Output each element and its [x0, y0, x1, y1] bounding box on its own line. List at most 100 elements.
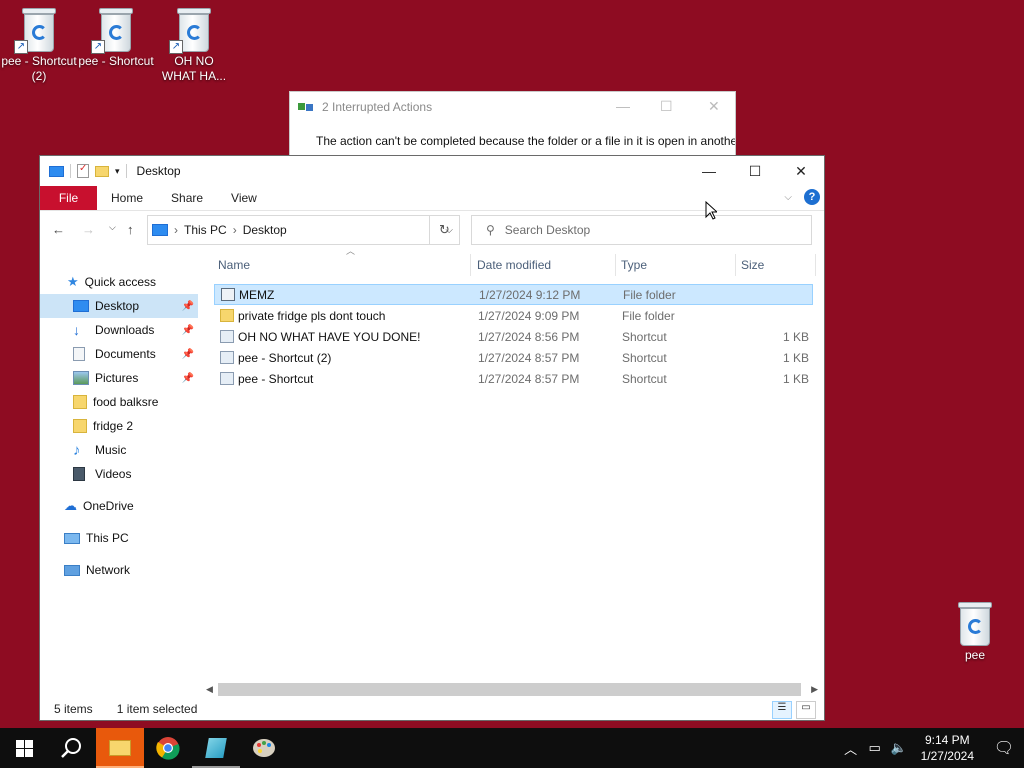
- breadcrumb-desktop[interactable]: Desktop: [243, 223, 287, 237]
- row-date: 1/27/2024 8:57 PM: [478, 371, 580, 386]
- file-explorer-window[interactable]: ▾ Desktop — ☐ ✕ File Home Share View ⌵ ?…: [39, 155, 825, 721]
- notepad-taskbar-button[interactable]: [192, 728, 240, 768]
- details-view-icon[interactable]: ☰: [772, 701, 792, 719]
- title-bar[interactable]: ▾ Desktop — ☐ ✕: [40, 156, 824, 186]
- nav-label: Quick access: [84, 275, 157, 289]
- desktop-icon-pee-shortcut[interactable]: ↗ pee - Shortcut: [78, 8, 154, 69]
- desktop-icon: [73, 300, 89, 312]
- maximize-button[interactable]: ☐: [732, 156, 778, 186]
- address-bar[interactable]: › This PC › Desktop ⌵: [147, 215, 460, 245]
- chrome-taskbar-button[interactable]: [144, 728, 192, 768]
- tab-share[interactable]: Share: [157, 186, 217, 210]
- nav-desktop[interactable]: Desktop 📌: [40, 294, 198, 318]
- horizontal-scrollbar[interactable]: ◀ ▶: [204, 682, 824, 697]
- desktop-icon-label: pee - Shortcut: [78, 54, 154, 68]
- expand-ribbon-icon[interactable]: ⌵: [784, 192, 792, 203]
- search-button[interactable]: [48, 728, 96, 768]
- help-icon[interactable]: ?: [804, 189, 820, 205]
- back-arrow-icon[interactable]: ←: [52, 222, 65, 237]
- nav-label: Videos: [95, 467, 132, 481]
- column-header-date[interactable]: Date modified: [472, 254, 616, 276]
- dialog-close-button[interactable]: ✕: [708, 98, 720, 115]
- table-row[interactable]: MEMZ 1/27/2024 9:12 PM File folder: [214, 284, 813, 305]
- column-header-type[interactable]: Type: [616, 254, 736, 276]
- nav-pictures[interactable]: Pictures 📌: [40, 366, 198, 390]
- column-headers: Name ︿ Date modified Type Size: [213, 246, 818, 278]
- table-row[interactable]: OH NO WHAT HAVE YOU DONE! 1/27/2024 8:56…: [214, 326, 813, 347]
- breadcrumb-this-pc[interactable]: This PC: [184, 223, 227, 237]
- desktop-icon-oh-no[interactable]: ↗ OH NO WHAT HA...: [156, 8, 232, 84]
- file-explorer-taskbar-button[interactable]: [96, 728, 144, 768]
- clock[interactable]: 9:14 PM 1/27/2024: [911, 732, 984, 764]
- large-icons-view-icon[interactable]: ▭: [796, 701, 816, 719]
- nav-this-pc[interactable]: This PC: [40, 526, 198, 550]
- nav-quick-access[interactable]: ★ Quick access: [40, 270, 198, 294]
- nav-label: Music: [95, 443, 127, 457]
- recycle-bin-icon: ↗: [169, 8, 213, 54]
- folder-icon: [73, 395, 87, 409]
- tab-home[interactable]: Home: [97, 186, 157, 210]
- notification-center-icon[interactable]: 🗨: [984, 738, 1024, 758]
- scroll-right-icon[interactable]: ▶: [811, 684, 818, 695]
- dialog-message: The action can't be completed because th…: [316, 134, 735, 148]
- start-button[interactable]: [0, 728, 48, 768]
- show-hidden-icons-chevron-icon[interactable]: ︿: [839, 739, 863, 758]
- scroll-left-icon[interactable]: ◀: [206, 684, 213, 695]
- close-button[interactable]: ✕: [778, 156, 824, 186]
- sort-ascending-icon: ︿: [346, 246, 356, 256]
- search-icon: [61, 738, 81, 758]
- minimize-button[interactable]: —: [686, 156, 732, 186]
- nav-onedrive[interactable]: ☁ OneDrive: [40, 494, 198, 518]
- pin-icon[interactable]: 📌: [182, 373, 194, 384]
- this-pc-icon: [49, 165, 64, 177]
- tab-file[interactable]: File: [40, 186, 97, 210]
- quick-access-dropdown-icon[interactable]: ▾: [115, 166, 120, 177]
- taskbar: ︿ ▭ 🔈 9:14 PM 1/27/2024 🗨: [0, 728, 1024, 768]
- pin-icon[interactable]: 📌: [182, 325, 194, 336]
- pin-icon[interactable]: 📌: [182, 349, 194, 360]
- table-row[interactable]: pee - Shortcut 1/27/2024 8:57 PM Shortcu…: [214, 368, 813, 389]
- system-tray: ︿ ▭ 🔈 9:14 PM 1/27/2024 🗨: [839, 728, 1024, 768]
- paint-taskbar-button[interactable]: [240, 728, 288, 768]
- up-arrow-icon[interactable]: ↑: [127, 222, 134, 237]
- nav-videos[interactable]: Videos: [40, 462, 198, 486]
- breadcrumb-separator-icon: ›: [174, 223, 178, 237]
- nav-label: Pictures: [95, 371, 139, 385]
- nav-food-balksre[interactable]: food balksre: [40, 390, 198, 414]
- dialog-minimize-button[interactable]: —: [616, 98, 630, 114]
- file-list: MEMZ 1/27/2024 9:12 PM File folder priva…: [214, 284, 813, 389]
- search-box[interactable]: ⚲ Search Desktop: [471, 215, 812, 245]
- paint-palette-icon: [253, 739, 275, 757]
- nav-downloads[interactable]: ↓ Downloads 📌: [40, 318, 198, 342]
- network-icon[interactable]: ▭: [863, 740, 887, 756]
- recent-locations-chevron-icon[interactable]: ⌵: [109, 222, 116, 233]
- new-folder-icon[interactable]: [95, 165, 109, 177]
- volume-muted-icon[interactable]: 🔈: [887, 740, 911, 756]
- tab-view[interactable]: View: [217, 186, 271, 210]
- nav-network[interactable]: Network: [40, 558, 198, 582]
- row-type: File folder: [622, 308, 675, 323]
- recycle-bin-icon: [956, 602, 994, 646]
- download-arrow-icon: ↓: [73, 322, 80, 338]
- dialog-maximize-button[interactable]: ☐: [660, 98, 673, 115]
- desktop-icon-pee[interactable]: pee: [937, 602, 1013, 663]
- nav-fridge-2[interactable]: fridge 2: [40, 414, 198, 438]
- chrome-icon: [156, 737, 180, 760]
- star-icon: ★: [67, 274, 79, 289]
- refresh-button[interactable]: ↻: [429, 215, 460, 245]
- pin-icon[interactable]: 📌: [182, 301, 194, 312]
- music-note-icon: ♪: [73, 441, 81, 459]
- network-icon: [64, 564, 80, 576]
- notepad-icon: [205, 738, 227, 758]
- search-input[interactable]: Search Desktop: [505, 223, 590, 237]
- table-row[interactable]: pee - Shortcut (2) 1/27/2024 8:57 PM Sho…: [214, 347, 813, 368]
- column-header-size[interactable]: Size: [736, 254, 816, 276]
- nav-music[interactable]: ♪ Music: [40, 438, 198, 462]
- table-row[interactable]: private fridge pls dont touch 1/27/2024 …: [214, 305, 813, 326]
- properties-icon[interactable]: [77, 163, 89, 178]
- scrollbar-thumb[interactable]: [218, 683, 801, 696]
- mouse-cursor-icon: [705, 201, 717, 220]
- desktop-icon-pee-shortcut-2[interactable]: ↗ pee - Shortcut (2): [1, 8, 77, 84]
- forward-arrow-icon[interactable]: →: [82, 222, 95, 237]
- nav-documents[interactable]: Documents 📌: [40, 342, 198, 366]
